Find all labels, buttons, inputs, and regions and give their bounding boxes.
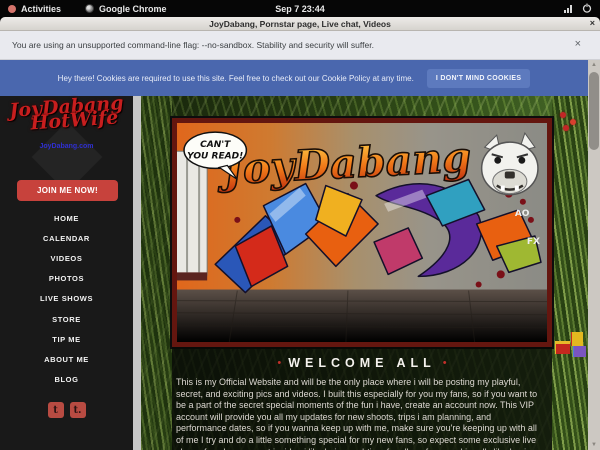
graffiti-art: JoyDabang CAN'T YOU READ! (177, 123, 547, 342)
scrollbar-down-icon[interactable]: ▼ (588, 440, 600, 450)
sidebar: JoyDabang HotWife JoyDabang.com JOIN ME … (0, 96, 133, 450)
hero-image: JoyDabang CAN'T YOU READ! (172, 118, 552, 347)
tag-fx: FX (527, 237, 540, 247)
jungle-strip-right (552, 96, 588, 450)
chrome-warning-bar: You are using an unsupported command-lin… (0, 31, 600, 60)
cookie-accept-button[interactable]: I DON'T MIND COOKIES (427, 69, 530, 88)
power-icon[interactable] (582, 3, 592, 15)
cookie-policy-link[interactable]: Cookie Policy (322, 74, 370, 83)
cookie-bar: Hey there! Cookies are required to use t… (0, 60, 588, 96)
bulldog-graffiti (482, 133, 538, 195)
sidebar-menu-item[interactable]: PHOTOS (0, 269, 133, 289)
gnome-top-bar: Activities Google Chrome Sep 7 23:44 (0, 0, 600, 17)
browser-scrollbar[interactable]: ▲ ▼ (588, 60, 600, 450)
clock[interactable]: Sep 7 23:44 (0, 4, 600, 14)
truck-decor (177, 151, 207, 280)
network-icon[interactable] (564, 5, 572, 13)
svg-text:CAN'T: CAN'T (200, 140, 231, 150)
window-title-bar: JoyDabang, Pornstar page, Live chat, Vid… (0, 17, 600, 31)
sidebar-scrollbar[interactable] (133, 96, 141, 450)
logo-link[interactable]: JoyDabang.com (0, 143, 133, 150)
window-title: JoyDabang, Pornstar page, Live chat, Vid… (209, 19, 391, 29)
sidebar-menu-item[interactable]: STORE (0, 309, 133, 329)
welcome-paragraph: This is my Official Website and will be … (176, 377, 538, 450)
gift-boxes-decor (553, 329, 593, 365)
join-me-now-button[interactable]: JOIN ME NOW! (17, 180, 118, 201)
screen: Activities Google Chrome Sep 7 23:44 Joy… (0, 0, 600, 450)
sidebar-menu-item[interactable]: BLOG (0, 370, 133, 390)
welcome-heading: WELCOME ALL (288, 356, 436, 370)
scrollbar-up-icon[interactable]: ▲ (588, 60, 600, 70)
page-viewport: JoyDabang HotWife JoyDabang.com JOIN ME … (0, 96, 600, 450)
sidebar-menu-item[interactable]: TIP ME (0, 329, 133, 349)
social-icon[interactable]: t (48, 402, 64, 418)
red-flowers-decor (560, 112, 586, 134)
heading-dot-right: • (443, 357, 447, 369)
sidebar-menu-item[interactable]: CALENDAR (0, 228, 133, 248)
welcome-heading-row: • WELCOME ALL • (172, 354, 552, 372)
window-close-icon[interactable]: × (590, 18, 595, 28)
social-icons-row: t t. (0, 402, 133, 418)
heading-dot-left: • (277, 357, 281, 369)
svg-text:YOU READ!: YOU READ! (187, 151, 243, 161)
tag-ao: AO (515, 209, 530, 219)
sidebar-menu-item[interactable]: HOME (0, 208, 133, 228)
site-logo[interactable]: JoyDabang HotWife (0, 98, 133, 131)
warning-close-icon[interactable]: × (575, 38, 581, 50)
sidebar-menu-item[interactable]: LIVE SHOWS (0, 289, 133, 309)
sidebar-menu-item[interactable]: ABOUT ME (0, 349, 133, 369)
warning-text: You are using an unsupported command-lin… (0, 40, 374, 50)
cookie-message: Hey there! Cookies are required to use t… (58, 74, 414, 83)
scrollbar-thumb[interactable] (589, 72, 599, 150)
social-icon[interactable]: t. (70, 402, 86, 418)
sidebar-menu-item[interactable]: VIDEOS (0, 248, 133, 268)
jungle-strip-left (141, 96, 172, 450)
sidebar-menu: HOMECALENDARVIDEOSPHOTOSLIVE SHOWSSTORET… (0, 208, 133, 390)
